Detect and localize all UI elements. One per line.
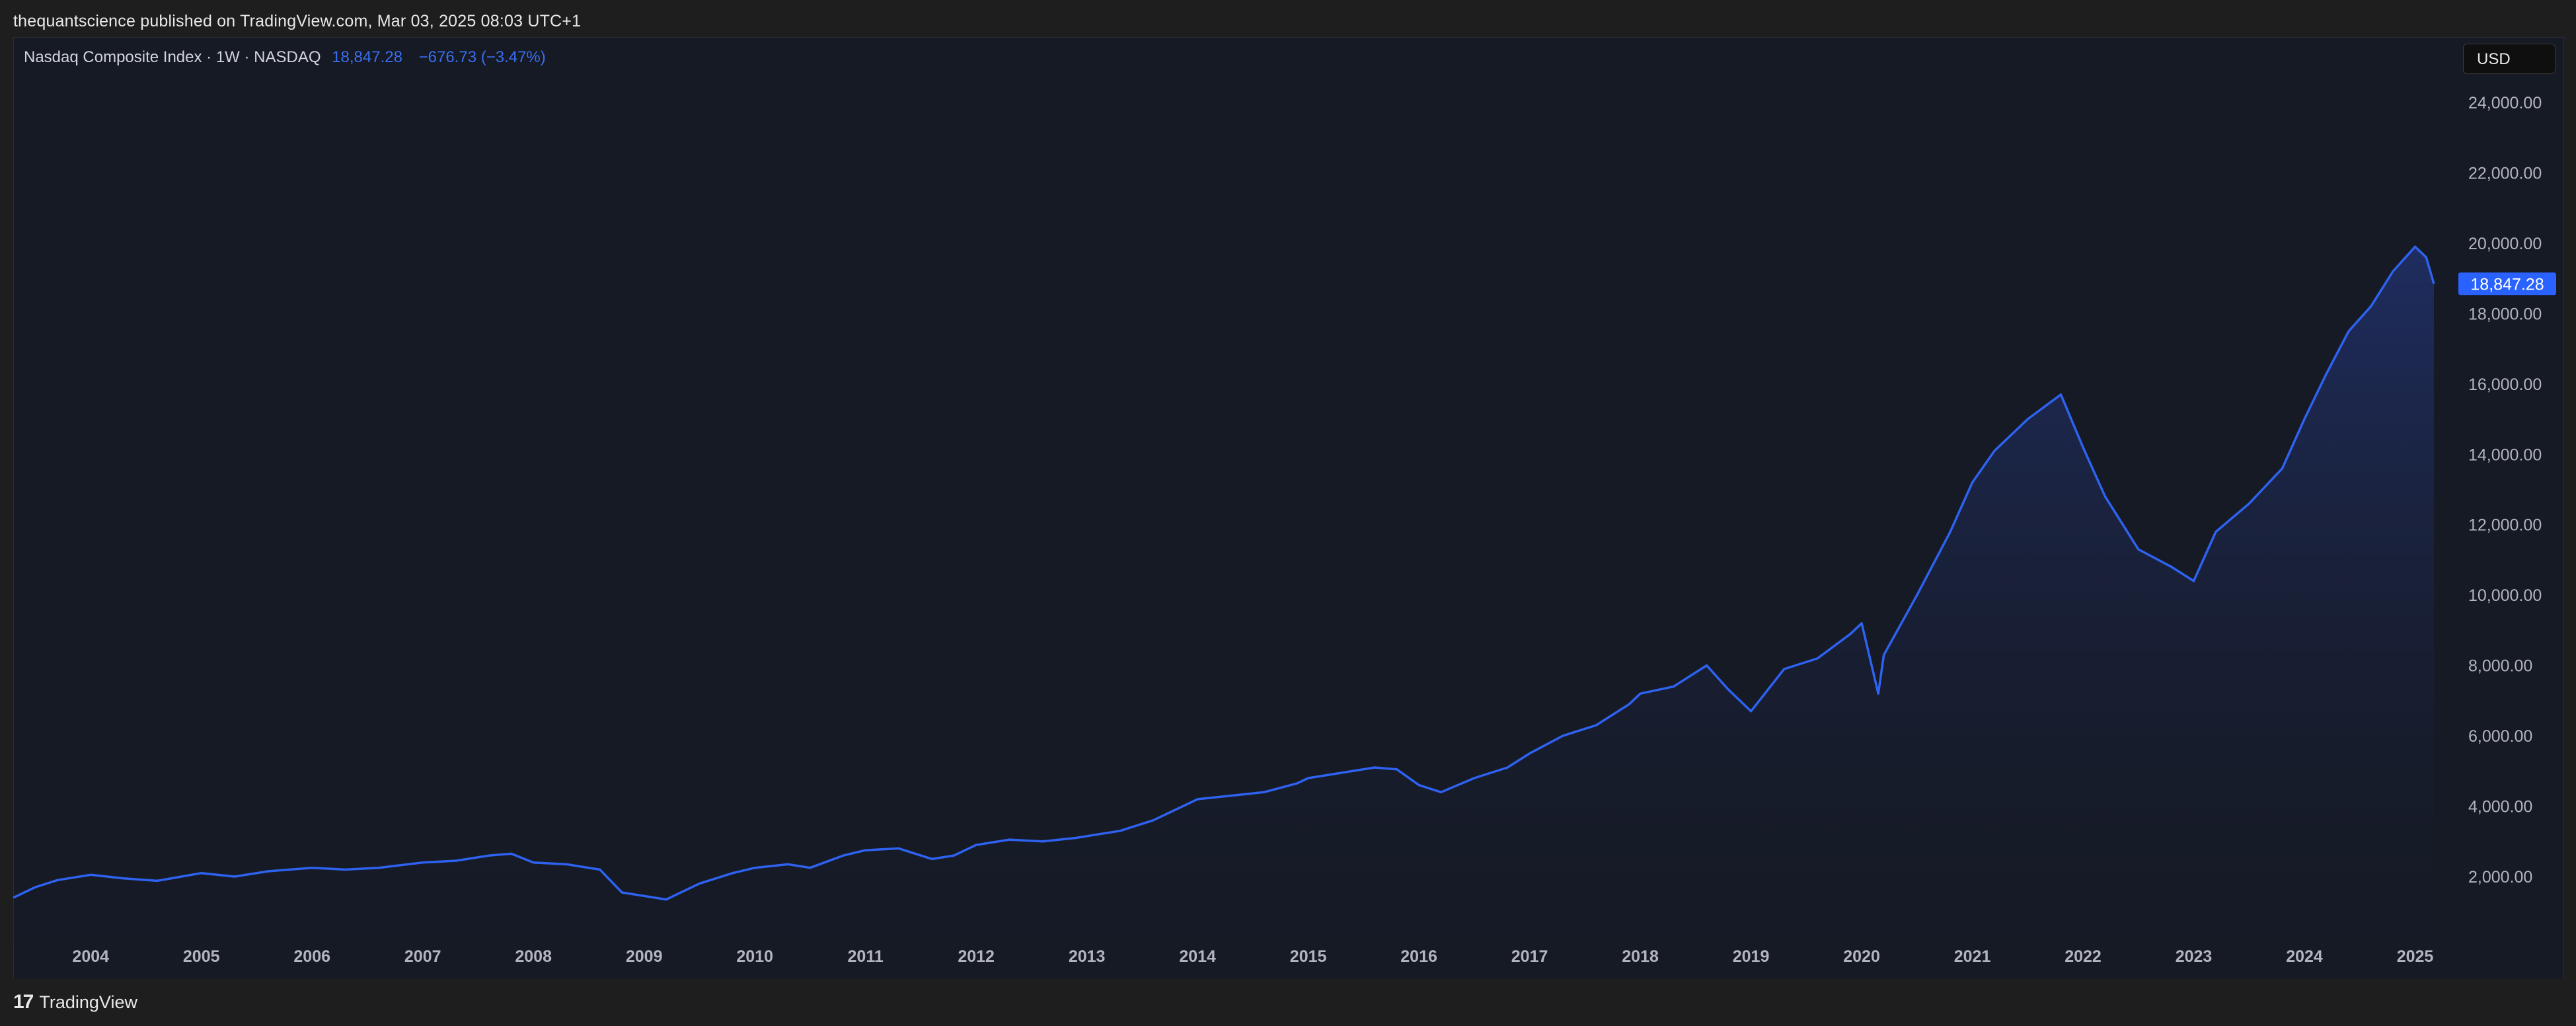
y-axis-tick-label: 22,000.00 xyxy=(2468,164,2542,182)
x-axis-tick-label: 2014 xyxy=(1179,947,1216,966)
y-axis-tick-label: 6,000.00 xyxy=(2468,727,2532,746)
last-price-badge-label: 18,847.28 xyxy=(2470,275,2544,294)
price-change: −676.73 (−3.47%) xyxy=(418,48,546,66)
x-axis-tick-label: 2017 xyxy=(1511,947,1548,966)
y-axis-tick-label: 20,000.00 xyxy=(2468,235,2542,253)
x-axis-tick-label: 2022 xyxy=(2065,947,2102,966)
y-axis-tick-label: 8,000.00 xyxy=(2468,657,2532,676)
x-axis-tick-label: 2021 xyxy=(1954,947,1991,966)
x-axis-tick-label: 2007 xyxy=(404,947,441,966)
x-axis-tick-label: 2024 xyxy=(2286,947,2323,966)
x-axis-tick-label: 2019 xyxy=(1733,947,1770,966)
y-axis-tick-label: 18,000.00 xyxy=(2468,305,2542,323)
x-axis-tick-label: 2005 xyxy=(183,947,220,966)
x-axis-tick-label: 2009 xyxy=(626,947,663,966)
tradingview-logo-icon: 17 xyxy=(13,991,34,1013)
x-axis-tick-label: 2015 xyxy=(1290,947,1327,966)
footer xyxy=(0,978,2576,1026)
x-axis-tick-label: 2011 xyxy=(848,947,884,966)
x-axis-tick-label: 2016 xyxy=(1400,947,1437,966)
symbol-name: Nasdaq Composite Index · 1W · NASDAQ xyxy=(24,48,321,66)
y-axis-tick-label: 10,000.00 xyxy=(2468,586,2542,605)
y-axis-tick-label: 24,000.00 xyxy=(2468,94,2542,112)
x-axis-tick-label: 2025 xyxy=(2397,947,2434,966)
x-axis-tick-label: 2018 xyxy=(1622,947,1659,966)
symbol-legend: Nasdaq Composite Index · 1W · NASDAQ 18,… xyxy=(24,48,546,67)
y-axis-tick-label: 4,000.00 xyxy=(2468,798,2532,816)
y-axis-tick-label: 16,000.00 xyxy=(2468,375,2542,394)
x-axis-tick-label: 2004 xyxy=(72,947,109,966)
last-value: 18,847.28 xyxy=(332,48,402,66)
price-chart[interactable]: 2,000.00 4,000.00 6,000.00 8,000.00 10,000.0… xyxy=(0,0,2576,1026)
price-area-fill xyxy=(13,247,2434,949)
y-axis-tick-label: 12,000.00 xyxy=(2468,516,2542,535)
y-axis-tick-label: 2,000.00 xyxy=(2468,868,2532,887)
x-axis-tick-label: 2006 xyxy=(293,947,330,966)
currency-selector-button[interactable]: USD xyxy=(2463,44,2556,74)
x-axis-tick-label: 2020 xyxy=(1843,947,1880,966)
tradingview-logo[interactable]: 17 TradingView xyxy=(13,991,137,1013)
x-axis-tick-label: 2012 xyxy=(958,947,995,966)
y-axis-tick-label: 14,000.00 xyxy=(2468,446,2542,464)
x-axis-tick-label: 2013 xyxy=(1069,947,1106,966)
brand-name: TradingView xyxy=(39,992,137,1012)
x-axis-tick-label: 2010 xyxy=(736,947,773,966)
x-axis-tick-label: 2008 xyxy=(515,947,552,966)
x-axis-tick-label: 2023 xyxy=(2176,947,2213,966)
